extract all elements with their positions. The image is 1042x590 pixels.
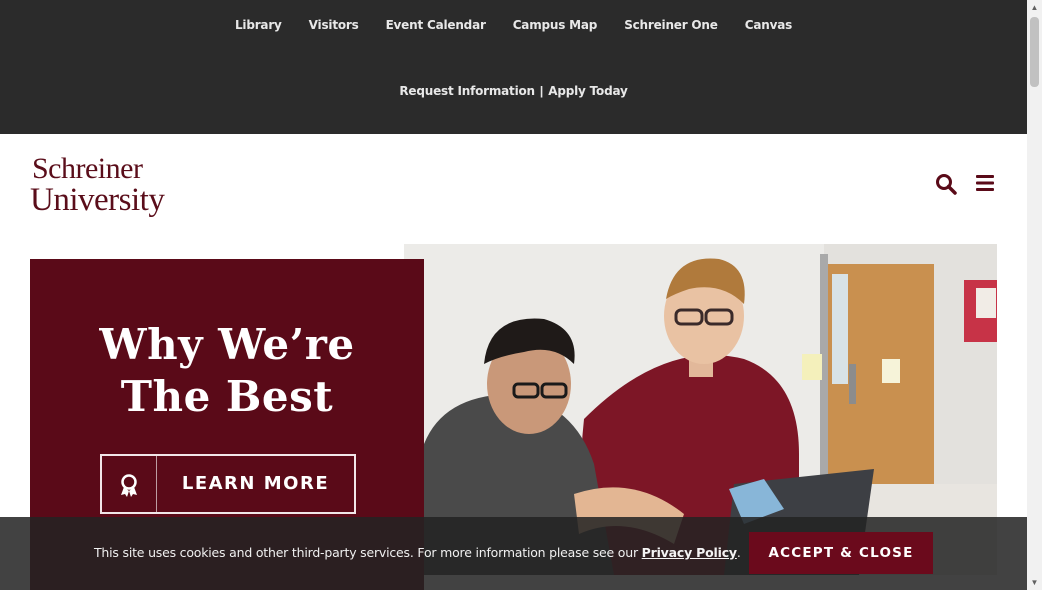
request-information-link[interactable]: Request Information (399, 84, 535, 98)
nav-link-canvas[interactable]: Canvas (745, 18, 793, 32)
accept-and-close-button[interactable]: ACCEPT & CLOSE (749, 532, 933, 574)
vertical-scrollbar[interactable]: ▲ ▼ (1027, 0, 1042, 590)
hamburger-menu-icon[interactable] (976, 174, 994, 192)
search-icon[interactable] (935, 173, 957, 195)
privacy-policy-link[interactable]: Privacy Policy (642, 545, 737, 560)
utility-nav: Library Visitors Event Calendar Campus M… (0, 0, 1027, 50)
promo-heading-line-1: Why We’re (99, 320, 355, 369)
cookie-message-text: This site uses cookies and other third-p… (94, 545, 638, 560)
cookie-message: This site uses cookies and other third-p… (94, 545, 741, 560)
logo-line-1: Schreiner (32, 152, 143, 185)
cta-separator: | (539, 84, 544, 98)
promo-heading: Why We’re The Best (30, 319, 424, 423)
cookie-consent-banner: This site uses cookies and other third-p… (0, 517, 1027, 590)
schreiner-university-logo[interactable]: Schreiner University (30, 152, 170, 224)
cookie-message-end: . (736, 545, 741, 560)
nav-link-visitors[interactable]: Visitors (309, 18, 359, 32)
nav-link-schreiner-one[interactable]: Schreiner One (624, 18, 718, 32)
promo-heading-line-2: The Best (120, 372, 334, 421)
top-utility-bar: Library Visitors Event Calendar Campus M… (0, 0, 1027, 134)
learn-more-label: LEARN MORE (181, 473, 330, 494)
apply-today-link[interactable]: Apply Today (548, 84, 628, 98)
nav-link-event-calendar[interactable]: Event Calendar (386, 18, 486, 32)
nav-link-campus-map[interactable]: Campus Map (513, 18, 598, 32)
scroll-down-arrow-icon[interactable]: ▼ (1027, 575, 1042, 590)
award-ribbon-icon (102, 456, 157, 512)
scroll-thumb[interactable] (1030, 17, 1039, 87)
cta-links: Request Information | Apply Today (0, 80, 1027, 102)
nav-link-library[interactable]: Library (235, 18, 282, 32)
learn-more-button[interactable]: LEARN MORE (100, 454, 356, 514)
logo-line-2: University (30, 182, 165, 218)
scroll-up-arrow-icon[interactable]: ▲ (1027, 0, 1042, 15)
